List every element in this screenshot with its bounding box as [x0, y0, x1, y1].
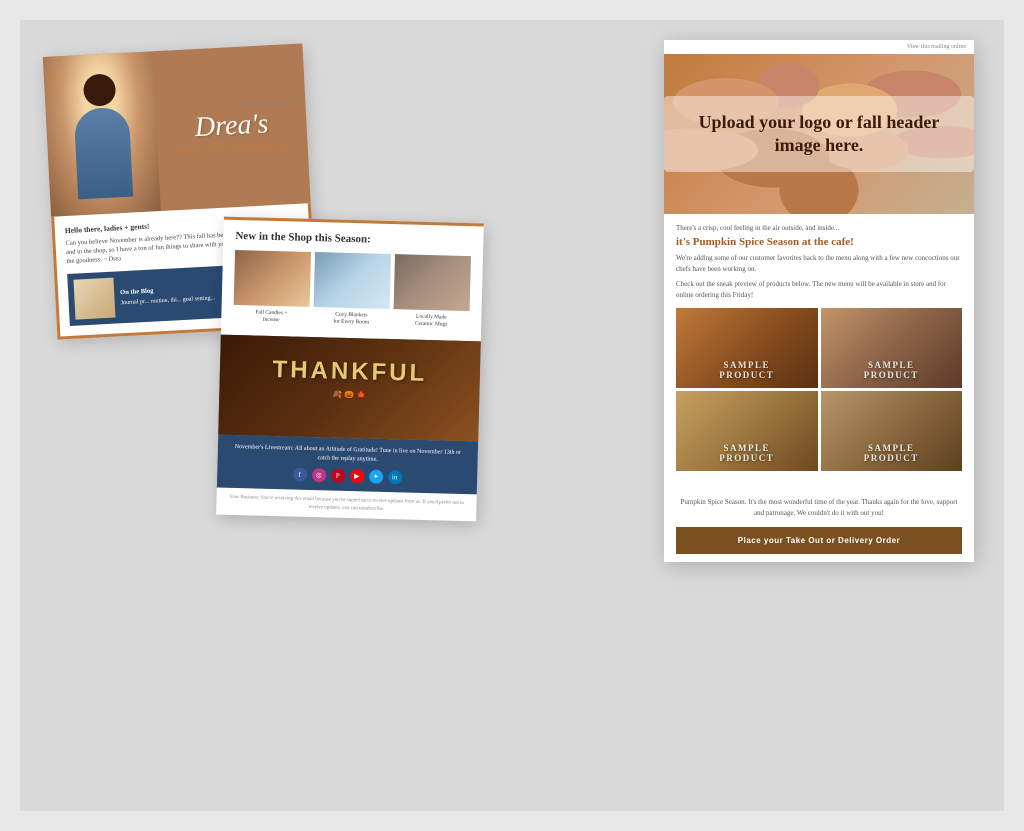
card1-blog-image	[73, 278, 115, 320]
instagram-icon[interactable]: ◎	[312, 468, 326, 482]
person-body	[73, 107, 133, 200]
card3-product-label-2: SAMPLEPRODUCT	[864, 360, 919, 380]
card2-header: New in the Shop this Season: Fall Candle…	[221, 217, 484, 342]
card3-hero-text: Upload your logo or fall header image he…	[664, 96, 974, 173]
card2-disclaimer: Your Business: You're receiving this ema…	[216, 488, 477, 522]
card3-product-cell-3: SAMPLEPRODUCT	[676, 391, 818, 471]
card3-cta-button[interactable]: Place your Take Out or Delivery Order	[676, 527, 962, 554]
card3-hero: Upload your logo or fall header image he…	[664, 54, 974, 214]
card3-pumpkin-spice-title: it's Pumpkin Spice Season at the cafe!	[676, 236, 962, 248]
youtube-icon[interactable]: ▶	[350, 469, 364, 483]
card2-product-img-2	[314, 252, 391, 309]
email-card-pumpkin: View this mailing online Upload your log…	[664, 40, 974, 562]
card2-product-img-3	[394, 254, 471, 311]
card2-footer-text: November's Livestream: All about an Atti…	[228, 443, 468, 466]
card3-desc2: Check out the sneak preview of products …	[676, 279, 962, 300]
canvas: View this mailing online Drea's MONTHLY …	[20, 20, 1004, 811]
person-silhouette	[64, 72, 141, 215]
card2-product-label-1: Fall Candles +Incense	[255, 310, 288, 325]
twitter-icon[interactable]: ✦	[369, 470, 383, 484]
card3-product-label-3: SAMPLEPRODUCT	[719, 443, 774, 463]
card3-product-label-1: SAMPLEPRODUCT	[719, 360, 774, 380]
card2-products-row: Fall Candles +Incense Cozy Blanketsfor E…	[233, 250, 471, 329]
card3-closing: Pumpkin Spice Season. It's the most wond…	[664, 489, 974, 562]
card3-product-cell-2: SAMPLEPRODUCT	[821, 308, 963, 388]
card1-blog-text: On the Blog Journal pr... routine, thi..…	[120, 283, 215, 307]
card2-footer: November's Livestream: All about an Atti…	[217, 435, 478, 495]
card3-product-cell-1: SAMPLEPRODUCT	[676, 308, 818, 388]
card2-product-label-3: Locally MadeCeramic Mugs	[415, 314, 448, 329]
card3-product-cell-4: SAMPLEPRODUCT	[821, 391, 963, 471]
card3-view-mailing: View this mailing online	[664, 40, 974, 54]
card2-shop-title: New in the Shop this Season:	[235, 230, 471, 248]
card2-product-3: Locally MadeCeramic Mugs	[393, 254, 471, 329]
card2-social-icons: f ◎ P ▶ ✦ in	[227, 466, 467, 486]
card2-product-label-2: Cozy Blanketsfor Every Room	[333, 312, 369, 327]
card1-title-area: View this mailing online Drea's MONTHLY …	[155, 88, 309, 167]
facebook-icon[interactable]: f	[293, 468, 307, 482]
card3-products-grid: SAMPLEPRODUCT SAMPLEPRODUCT SAMPLEPRODUC…	[676, 308, 962, 471]
person-head	[83, 73, 117, 107]
pinterest-icon[interactable]: P	[331, 469, 345, 483]
card2-product-1: Fall Candles +Incense	[233, 250, 311, 325]
card3-intro-text: There's a crisp, cool feeling in the air…	[676, 224, 962, 232]
linkedin-icon[interactable]: in	[388, 470, 402, 484]
card3-product-label-4: SAMPLEPRODUCT	[864, 443, 919, 463]
card3-body: There's a crisp, cool feeling in the air…	[664, 214, 974, 489]
card1-photo	[43, 51, 161, 217]
card2-thankful-section: THANKFUL 🍂 🎃 🍁	[218, 335, 481, 442]
card2-product-2: Cozy Blanketsfor Every Room	[313, 252, 391, 327]
card1-title-script: Drea's	[194, 110, 269, 142]
card3-closing-text: Pumpkin Spice Season. It's the most wond…	[676, 497, 962, 519]
card3-desc1: We're adding some of our customer favori…	[676, 253, 962, 274]
card1-subtitle: MONTHLY CHECK IN	[177, 141, 289, 156]
card1-header: View this mailing online Drea's MONTHLY …	[43, 43, 311, 216]
card2-product-img-1	[234, 250, 311, 307]
email-card-shop: New in the Shop this Season: Fall Candle…	[216, 217, 484, 522]
